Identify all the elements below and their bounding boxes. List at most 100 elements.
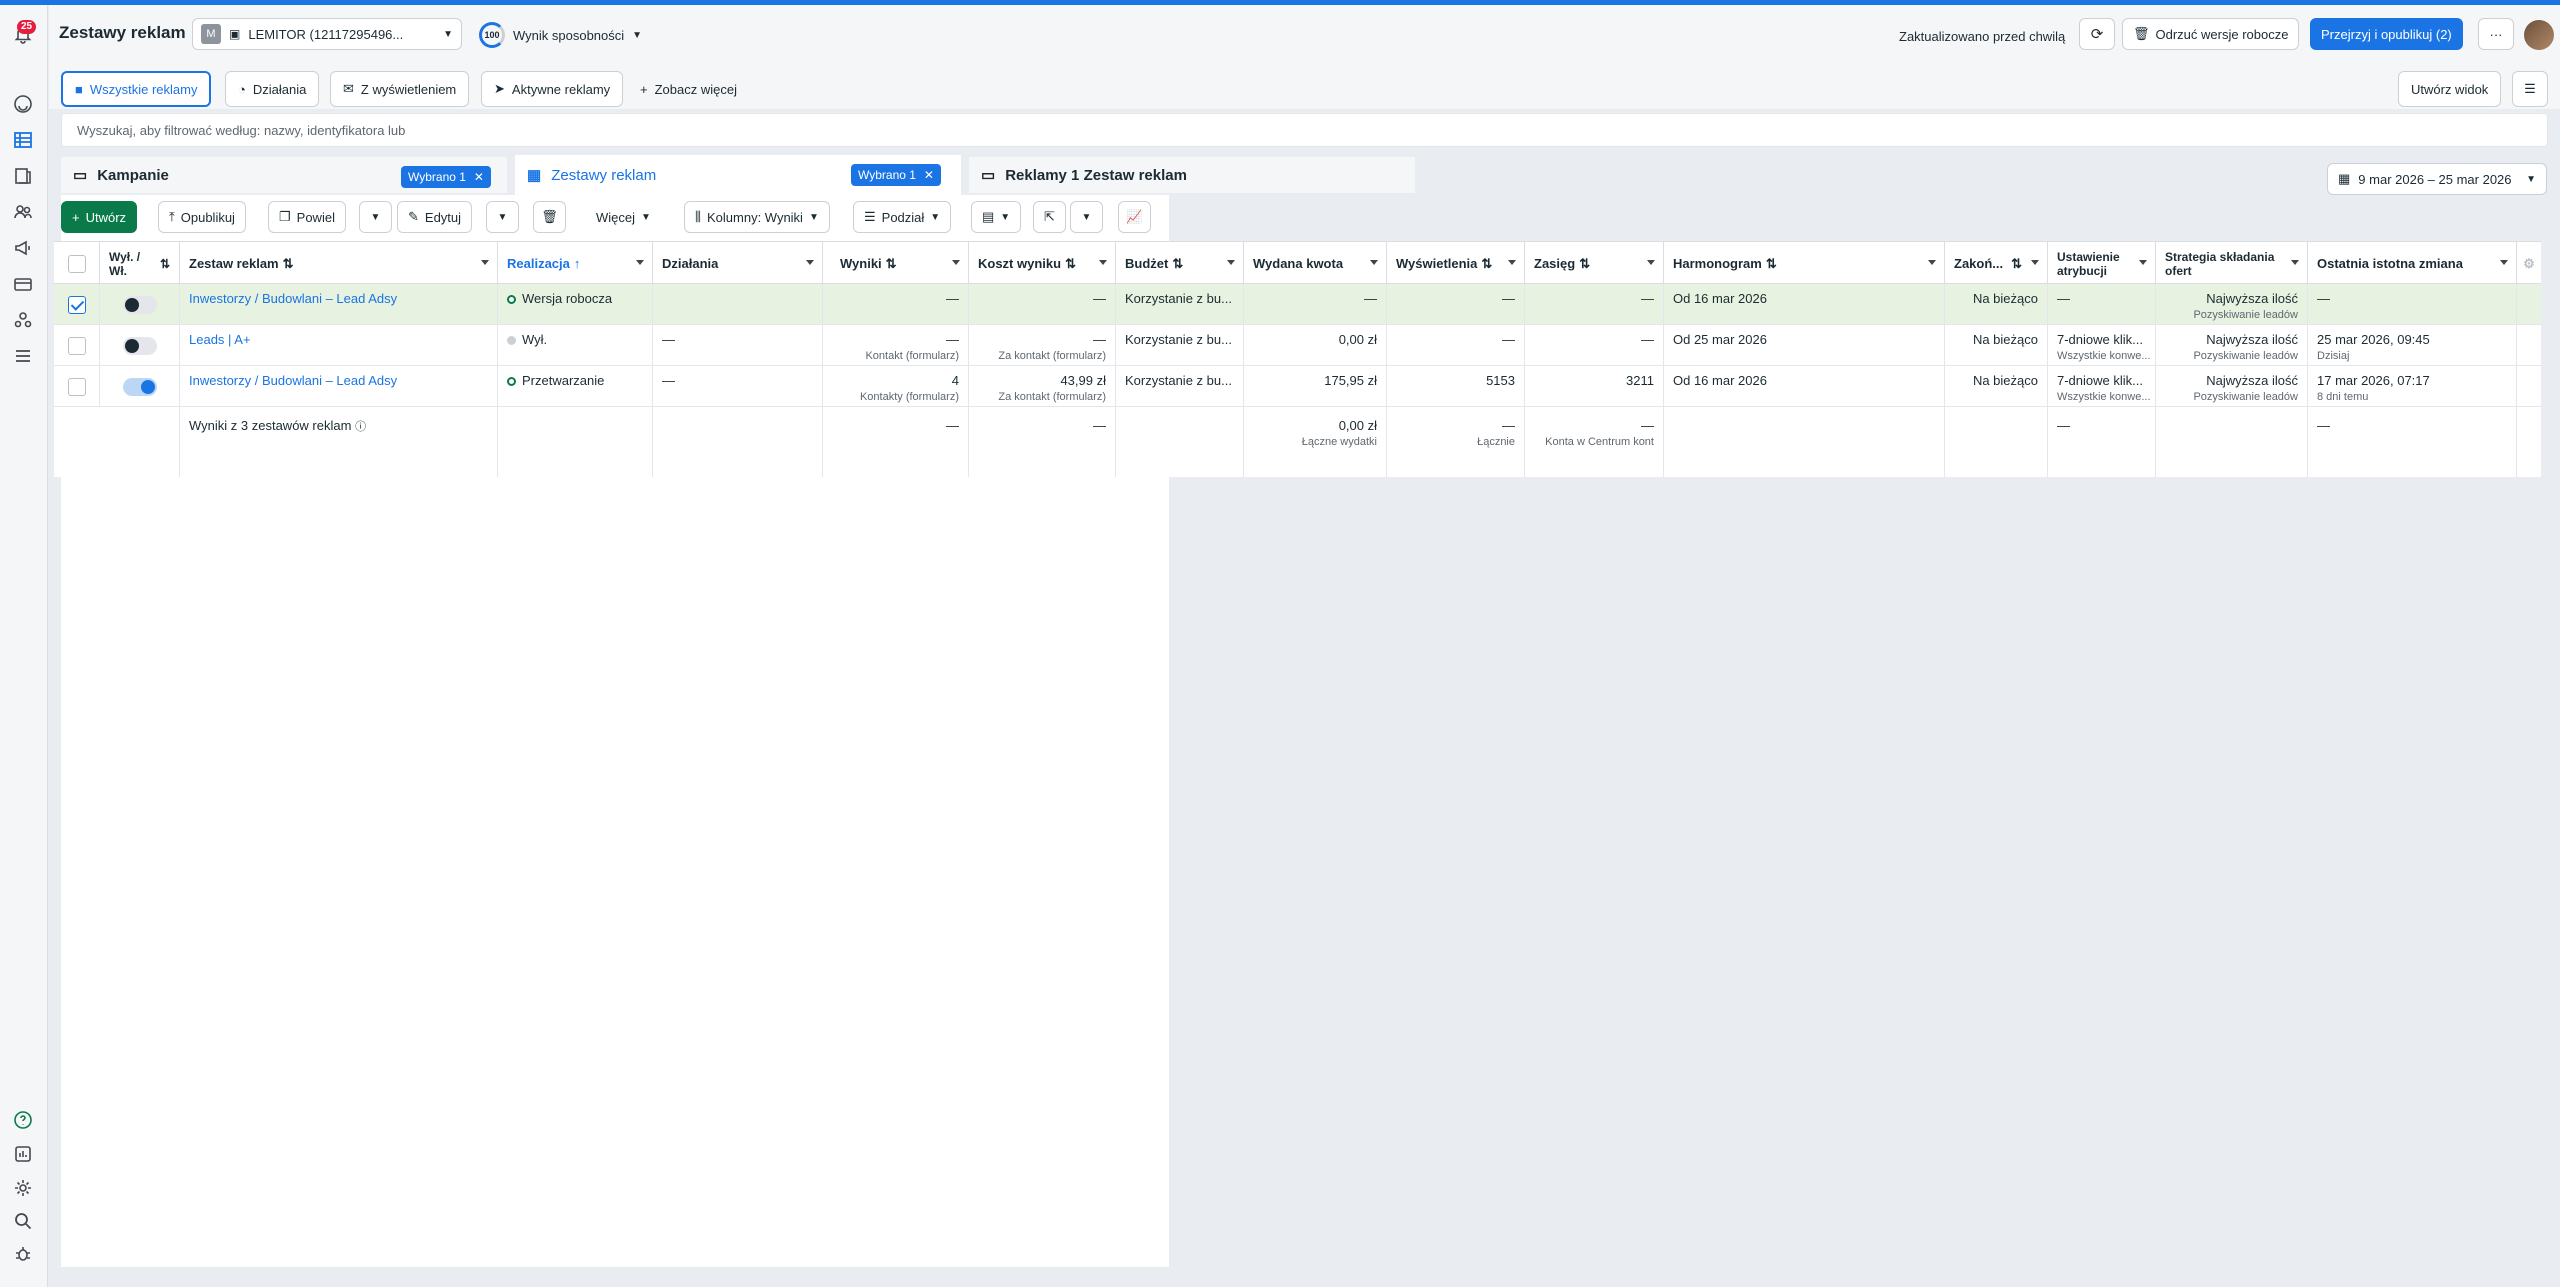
chevron-down-icon[interactable] xyxy=(1370,260,1378,265)
edit-button[interactable]: ✎ Edytuj xyxy=(397,201,473,233)
account-selector[interactable]: M ▣ LEMITOR (12117295496... ▼ xyxy=(192,18,462,50)
search-icon[interactable] xyxy=(10,1208,36,1234)
adsets-selected-chip[interactable]: Wybrano 1 ✕ xyxy=(851,164,941,186)
ads-manager-table-icon[interactable] xyxy=(10,127,36,153)
breakdown-button[interactable]: ☰ Podział ▼ xyxy=(853,201,952,233)
business-settings-icon[interactable] xyxy=(10,307,36,333)
more-button[interactable]: Więcej ▼ xyxy=(586,201,661,233)
date-range-picker[interactable]: ▦ 9 mar 2026 – 25 mar 2026 ▼ xyxy=(2327,163,2547,195)
chevron-down-icon[interactable] xyxy=(1928,260,1936,265)
chevron-down-icon[interactable] xyxy=(636,260,644,265)
tab-all-ads[interactable]: ■ Wszystkie reklamy xyxy=(61,71,212,107)
more-options-button[interactable]: ··· xyxy=(2478,18,2514,50)
refresh-button[interactable]: ⟳ xyxy=(2079,18,2115,50)
reports-button[interactable]: ▤ ▼ xyxy=(971,201,1022,233)
col-schedule[interactable]: Harmonogram ⇅ xyxy=(1664,242,1945,285)
col-budget[interactable]: Budżet ⇅ xyxy=(1116,242,1244,285)
reports-icon[interactable] xyxy=(10,1141,36,1167)
adset-name-cell[interactable]: Inwestorzy / Budowlani – Lead Adsy xyxy=(180,366,498,407)
close-icon[interactable]: ✕ xyxy=(924,168,934,182)
adset-name-cell[interactable]: Inwestorzy / Budowlani – Lead Adsy xyxy=(180,284,498,325)
tab-actions[interactable]: ◔ Działania xyxy=(225,71,320,107)
table-row[interactable]: Leads | A+ Wył. — — Kontakt (formularz) —… xyxy=(54,325,2541,366)
chevron-down-icon[interactable] xyxy=(1099,260,1107,265)
row-checkbox[interactable] xyxy=(67,337,86,355)
row-checkbox[interactable] xyxy=(67,378,86,396)
campaigns-megaphone-icon[interactable] xyxy=(10,235,36,261)
chevron-down-icon[interactable] xyxy=(2291,260,2299,265)
edit-dropdown[interactable]: ▼ xyxy=(486,201,519,233)
onoff-toggle[interactable] xyxy=(122,337,157,355)
row-select-cell[interactable] xyxy=(54,325,100,366)
duplicate-button[interactable]: ❐ Powiel xyxy=(268,201,346,233)
billing-card-icon[interactable] xyxy=(10,271,36,297)
col-attribution[interactable]: Ustawienie atrybucji xyxy=(2048,242,2156,285)
chevron-down-icon[interactable] xyxy=(1508,260,1516,265)
chevron-down-icon[interactable] xyxy=(1227,260,1235,265)
col-cost[interactable]: Koszt wyniku ⇅ xyxy=(969,242,1116,285)
account-overview-icon[interactable] xyxy=(10,91,36,117)
adset-name-link[interactable]: Leads | A+ xyxy=(189,332,251,347)
col-spent[interactable]: Wydana kwota xyxy=(1244,242,1387,285)
export-dropdown[interactable]: ▼ xyxy=(1070,201,1103,233)
publish-button[interactable]: ⤒ Opublikuj xyxy=(158,201,246,233)
pages-icon[interactable] xyxy=(10,163,36,189)
chevron-down-icon[interactable] xyxy=(2031,260,2039,265)
columns-button[interactable]: ⫼ Kolumny: Wyniki ▼ xyxy=(684,201,830,233)
col-adset[interactable]: Zestaw reklam ⇅ xyxy=(180,242,498,285)
col-actions[interactable]: Działania xyxy=(653,242,823,285)
campaigns-selected-chip[interactable]: Wybrano 1 ✕ xyxy=(401,166,491,188)
duplicate-dropdown[interactable]: ▼ xyxy=(359,201,392,233)
discard-drafts-button[interactable]: 🗑 Odrzuć wersje robocze xyxy=(2122,18,2300,50)
tab-with-impressions[interactable]: ✉ Z wyświetleniem xyxy=(330,71,470,107)
delete-button[interactable]: 🗑 xyxy=(533,201,566,233)
row-checkbox[interactable] xyxy=(67,296,86,314)
column-settings-icon[interactable]: ⚙ xyxy=(2517,242,2541,285)
col-delivery[interactable]: Realizacja ↑ xyxy=(498,242,653,285)
row-toggle-cell[interactable] xyxy=(100,366,180,407)
row-toggle-cell[interactable] xyxy=(100,284,180,325)
chevron-down-icon[interactable] xyxy=(481,260,489,265)
help-icon[interactable] xyxy=(10,1107,36,1133)
col-reach[interactable]: Zasięg ⇅ xyxy=(1525,242,1664,285)
adset-name-link[interactable]: Inwestorzy / Budowlani – Lead Adsy xyxy=(189,291,397,306)
col-bid[interactable]: Strategia składania ofert xyxy=(2156,242,2308,285)
chevron-down-icon[interactable] xyxy=(2139,260,2147,265)
select-all-checkbox[interactable] xyxy=(67,254,86,273)
close-icon[interactable]: ✕ xyxy=(474,170,484,184)
create-button[interactable]: + Utwórz xyxy=(61,201,138,233)
settings-gear-icon[interactable] xyxy=(10,1175,36,1201)
see-more-button[interactable]: + Zobacz więcej xyxy=(628,71,749,107)
search-input[interactable]: Wyszukaj, aby filtrować według: nazwy, i… xyxy=(61,113,2548,147)
chevron-down-icon[interactable] xyxy=(952,260,960,265)
info-icon[interactable]: ⓘ xyxy=(355,421,366,433)
row-select-cell[interactable] xyxy=(54,284,100,325)
onoff-toggle[interactable] xyxy=(122,296,157,314)
col-onoff[interactable]: Wył. / Wł. ⇅ xyxy=(100,242,180,285)
table-row[interactable]: Inwestorzy / Budowlani – Lead Adsy Przet… xyxy=(54,366,2541,407)
create-view-button[interactable]: Utwórz widok xyxy=(2398,71,2502,107)
audiences-icon[interactable] xyxy=(10,199,36,225)
table-row[interactable]: Inwestorzy / Budowlani – Lead Adsy Wersj… xyxy=(54,284,2541,325)
review-publish-button[interactable]: Przejrzyj i opublikuj (2) xyxy=(2310,18,2463,50)
export-button[interactable]: ⇱ xyxy=(1033,201,1066,233)
col-last-change[interactable]: Ostatnia istotna zmiana xyxy=(2308,242,2517,285)
chevron-down-icon[interactable] xyxy=(806,260,814,265)
col-impressions[interactable]: Wyświetlenia ⇅ xyxy=(1387,242,1525,285)
adset-name-link[interactable]: Inwestorzy / Budowlani – Lead Adsy xyxy=(189,373,397,388)
charts-button[interactable]: 📈 xyxy=(1118,201,1151,233)
row-toggle-cell[interactable] xyxy=(100,325,180,366)
chevron-down-icon[interactable] xyxy=(1647,260,1655,265)
opportunity-score[interactable]: 100 Wynik sposobności ▼ xyxy=(479,22,642,48)
all-tools-menu-icon[interactable] xyxy=(10,343,36,369)
tab-ads[interactable]: ▭ Reklamy 1 Zestaw reklam xyxy=(969,157,1415,193)
adset-name-cell[interactable]: Leads | A+ xyxy=(180,325,498,366)
col-results[interactable]: Wyniki ⇅ xyxy=(823,242,969,285)
bug-report-icon[interactable] xyxy=(10,1241,36,1267)
select-all-cell[interactable] xyxy=(54,242,100,285)
avatar[interactable] xyxy=(2524,20,2554,50)
col-ends[interactable]: Zakoń... ⇅ xyxy=(1945,242,2048,285)
view-settings-button[interactable]: ☰ xyxy=(2512,71,2548,107)
onoff-toggle[interactable] xyxy=(122,378,157,396)
chevron-down-icon[interactable] xyxy=(2500,260,2508,265)
